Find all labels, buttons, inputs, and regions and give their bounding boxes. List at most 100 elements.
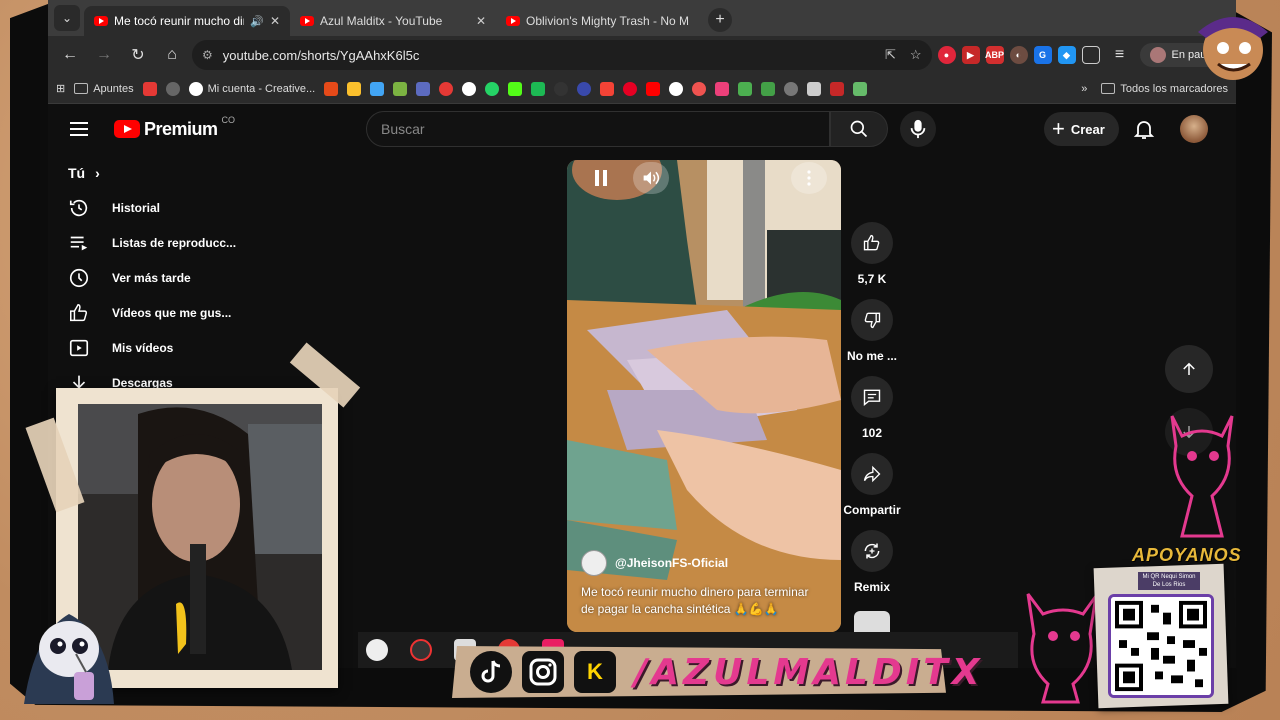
bookmark-icon[interactable]	[600, 81, 615, 96]
all-bookmarks-button[interactable]: Todos los marcadores	[1101, 83, 1228, 95]
search-button[interactable]	[830, 111, 888, 147]
bookmark-icon[interactable]	[692, 81, 707, 96]
adblock-icon[interactable]: ABP	[985, 46, 1004, 64]
bookmark-icon[interactable]	[531, 81, 546, 96]
social-links: K /AZULMALDITX	[470, 651, 984, 693]
account-avatar[interactable]	[1180, 115, 1208, 143]
bookmark-icon[interactable]	[830, 81, 845, 96]
tab-search-button[interactable]: ⌄	[54, 5, 80, 31]
bookmark-icon[interactable]	[370, 81, 385, 96]
bookmark-folder-apuntes[interactable]: Apuntes	[74, 83, 134, 95]
playlist-icon	[70, 236, 88, 250]
bookmark-icon[interactable]	[554, 81, 569, 96]
channel-link[interactable]: @JheisonFS-Oficial	[581, 550, 728, 576]
close-tab-icon[interactable]: ✕	[270, 14, 280, 28]
address-bar[interactable]: ⚙ youtube.com/shorts/YgAAhxK6l5c ⇱ ☆	[192, 40, 932, 70]
remix-button[interactable]: Remix	[851, 530, 893, 607]
new-tab-button[interactable]: +	[708, 8, 732, 32]
short-video-player[interactable]: @JheisonFS-Oficial Me tocó reunir mucho …	[567, 160, 841, 632]
bookmark-icon[interactable]	[715, 81, 730, 96]
apps-grid-icon[interactable]: ⊞	[56, 82, 65, 95]
bookmark-icon[interactable]	[393, 81, 408, 96]
share-icon	[863, 465, 881, 483]
bookmark-icon[interactable]	[142, 81, 157, 96]
dislike-button[interactable]: No me ...	[847, 299, 897, 376]
more-options-button[interactable]	[791, 162, 827, 194]
extension-icon[interactable]: ◐	[1009, 46, 1028, 64]
menu-icon[interactable]	[70, 117, 94, 141]
previous-short-button[interactable]	[1165, 345, 1213, 393]
extension-icon[interactable]: ▶	[961, 46, 980, 64]
like-button[interactable]: 5,7 K	[851, 222, 893, 299]
bookmark-icon[interactable]	[347, 81, 362, 96]
close-tab-icon[interactable]: ✕	[476, 14, 486, 28]
pause-button[interactable]	[583, 162, 619, 194]
comments-count: 102	[861, 426, 883, 440]
comments-button[interactable]: 102	[851, 376, 893, 453]
bookmark-icon[interactable]	[807, 81, 822, 96]
tab-oblivion[interactable]: Oblivion's Mighty Trash - No M	[496, 6, 702, 36]
tab-title: Me tocó reunir mucho dine	[114, 14, 245, 28]
streamer-handle: /AZULMALDITX	[634, 651, 984, 693]
bookmark-icon[interactable]	[165, 81, 180, 96]
profile-avatar	[1149, 47, 1166, 63]
tab-current[interactable]: Me tocó reunir mucho dine 🔊 ✕	[84, 6, 290, 36]
create-button[interactable]: + Crear	[1044, 112, 1119, 146]
tab-strip: ⌄ Me tocó reunir mucho dine 🔊 ✕ Azul Mal…	[48, 0, 1236, 36]
site-info-icon[interactable]: ⚙	[202, 48, 213, 62]
sidebar-item-my-videos[interactable]: Mis vídeos	[48, 330, 268, 365]
sidebar-section-you[interactable]: Tú ›	[48, 156, 268, 190]
extensions-puzzle-icon[interactable]	[1081, 46, 1100, 64]
grim-reaper-mascot	[24, 614, 114, 704]
taskbar-obs-icon[interactable]	[410, 639, 432, 661]
more-bookmarks-icon[interactable]: »	[1081, 83, 1087, 95]
tab-azul-malditx[interactable]: Azul Malditx - YouTube ✕	[290, 6, 496, 36]
install-app-icon[interactable]: ⇱	[885, 47, 896, 63]
volume-button[interactable]	[633, 162, 669, 194]
bookmark-icon[interactable]	[738, 81, 753, 96]
youtube-logo[interactable]: Premium CO	[114, 115, 235, 140]
back-button[interactable]: ←	[56, 41, 84, 69]
youtube-bookmark-icon[interactable]	[646, 81, 661, 96]
search-input[interactable]: Buscar	[366, 111, 830, 147]
short-actions: 5,7 K No me ... 102 Compartir Remix	[843, 222, 901, 641]
extension-icon[interactable]: ●	[937, 46, 956, 64]
taskbar-app-icon[interactable]	[366, 639, 388, 661]
dislike-circle	[850, 299, 893, 341]
translate-icon[interactable]: G	[1033, 46, 1052, 64]
thumb-down-icon	[864, 312, 881, 329]
bookmark-icon[interactable]	[761, 81, 776, 96]
reload-button[interactable]: ↻	[124, 41, 152, 69]
whatsapp-icon[interactable]	[485, 81, 500, 96]
voice-search-button[interactable]	[900, 111, 936, 147]
bookmark-icon[interactable]	[853, 81, 868, 96]
home-button[interactable]: ⌂	[158, 41, 186, 69]
url-text: youtube.com/shorts/YgAAhxK6l5c	[222, 47, 420, 63]
bookmark-icon[interactable]	[669, 81, 684, 96]
share-button[interactable]: Compartir	[843, 453, 901, 530]
speaker-icon[interactable]: 🔊	[250, 15, 264, 28]
bookmark-icon[interactable]	[439, 81, 454, 96]
bookmark-creative[interactable]: Mi cuenta - Creative...	[188, 81, 315, 96]
sidebar-item-liked[interactable]: Vídeos que me gus...	[48, 295, 268, 330]
streamer-avatar-sticker	[1198, 17, 1268, 80]
bookmark-star-icon[interactable]: ☆	[910, 47, 922, 63]
bookmark-icon[interactable]	[462, 81, 477, 96]
notifications-bell-icon[interactable]	[1132, 117, 1156, 141]
create-label: Crear	[1070, 121, 1105, 137]
bookmark-icon[interactable]	[416, 81, 431, 96]
sidebar-item-history[interactable]: Historial	[48, 190, 268, 225]
forward-button[interactable]: →	[90, 41, 118, 69]
plus-icon: +	[1052, 116, 1065, 141]
share-circle	[851, 453, 893, 495]
like-circle	[851, 222, 893, 264]
sidebar-item-playlists[interactable]: Listas de reproducc...	[48, 225, 268, 260]
bookmark-icon[interactable]	[784, 81, 799, 96]
bookmark-icon[interactable]	[324, 81, 339, 96]
media-control-icon[interactable]: ≡	[1106, 41, 1134, 69]
extension-icon[interactable]: ◆	[1057, 46, 1076, 64]
kick-icon[interactable]	[508, 81, 523, 96]
sidebar-item-watch-later[interactable]: Ver más tarde	[48, 260, 268, 295]
bookmark-icon[interactable]	[577, 81, 592, 96]
pinterest-icon[interactable]	[623, 81, 638, 96]
